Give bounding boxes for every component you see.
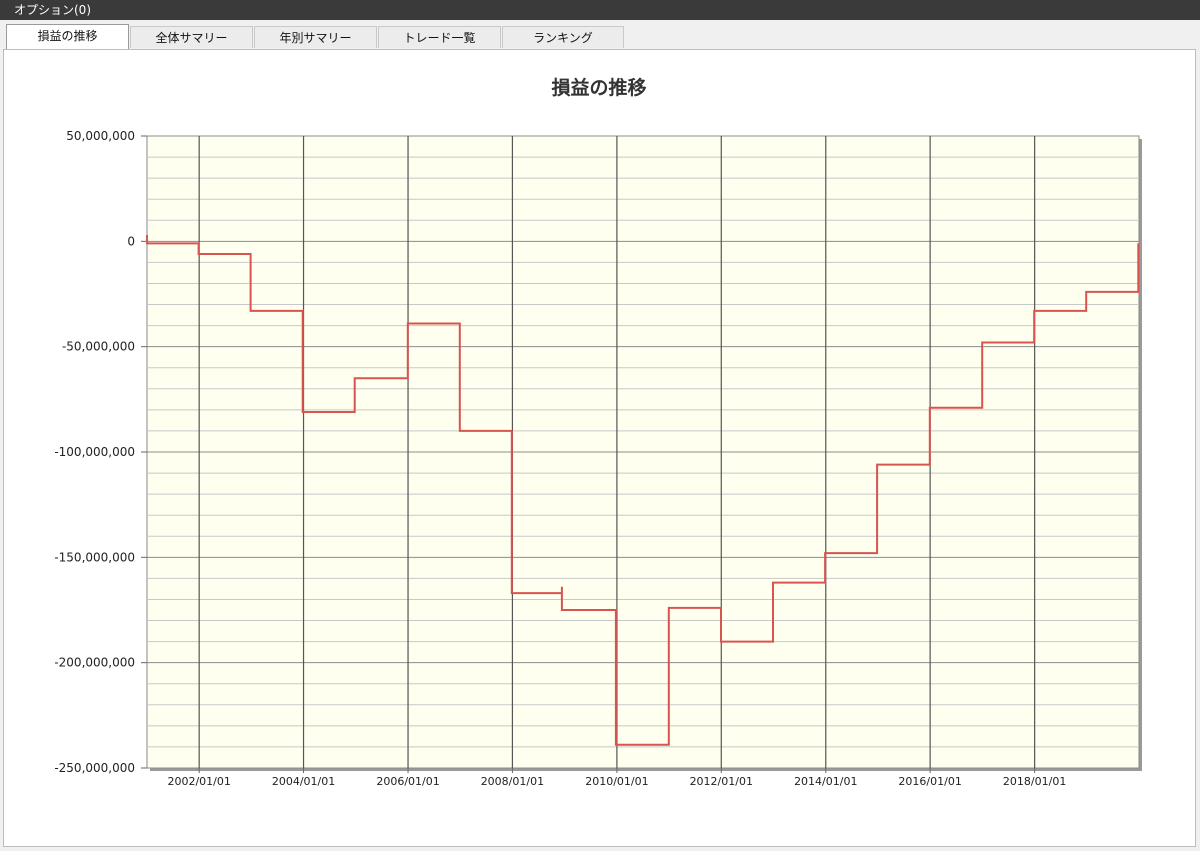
y-tick-label: -150,000,000 — [54, 550, 135, 564]
y-axis: 50,000,000 0 -50,000,000 -100,000,000 -150,0… — [54, 129, 147, 775]
chart-title: 損益の推移 — [551, 76, 646, 99]
x-tick-label: 2010/01/01 — [585, 775, 648, 788]
profit-chart: 損益の推移 50,000,000 0 -50,000,000 -100,000,000… — [54, 76, 1142, 788]
y-tick-label: -50,000,000 — [62, 340, 135, 354]
y-tick-label: -200,000,000 — [54, 656, 135, 670]
y-tick-label: -100,000,000 — [54, 445, 135, 459]
x-tick-label: 2016/01/01 — [898, 775, 961, 788]
x-tick-label: 2002/01/01 — [167, 775, 230, 788]
tab-profit-transition[interactable]: 損益の推移 — [6, 24, 129, 49]
y-tick-label: -250,000,000 — [54, 761, 135, 775]
y-tick-label: 50,000,000 — [66, 129, 135, 143]
x-tick-label: 2018/01/01 — [1003, 775, 1066, 788]
y-tick-label: 0 — [127, 234, 135, 248]
x-tick-label: 2008/01/01 — [481, 775, 544, 788]
x-tick-label: 2006/01/01 — [376, 775, 439, 788]
x-tick-label: 2014/01/01 — [794, 775, 857, 788]
x-tick-label: 2004/01/01 — [272, 775, 335, 788]
x-tick-label: 2012/01/01 — [690, 775, 753, 788]
